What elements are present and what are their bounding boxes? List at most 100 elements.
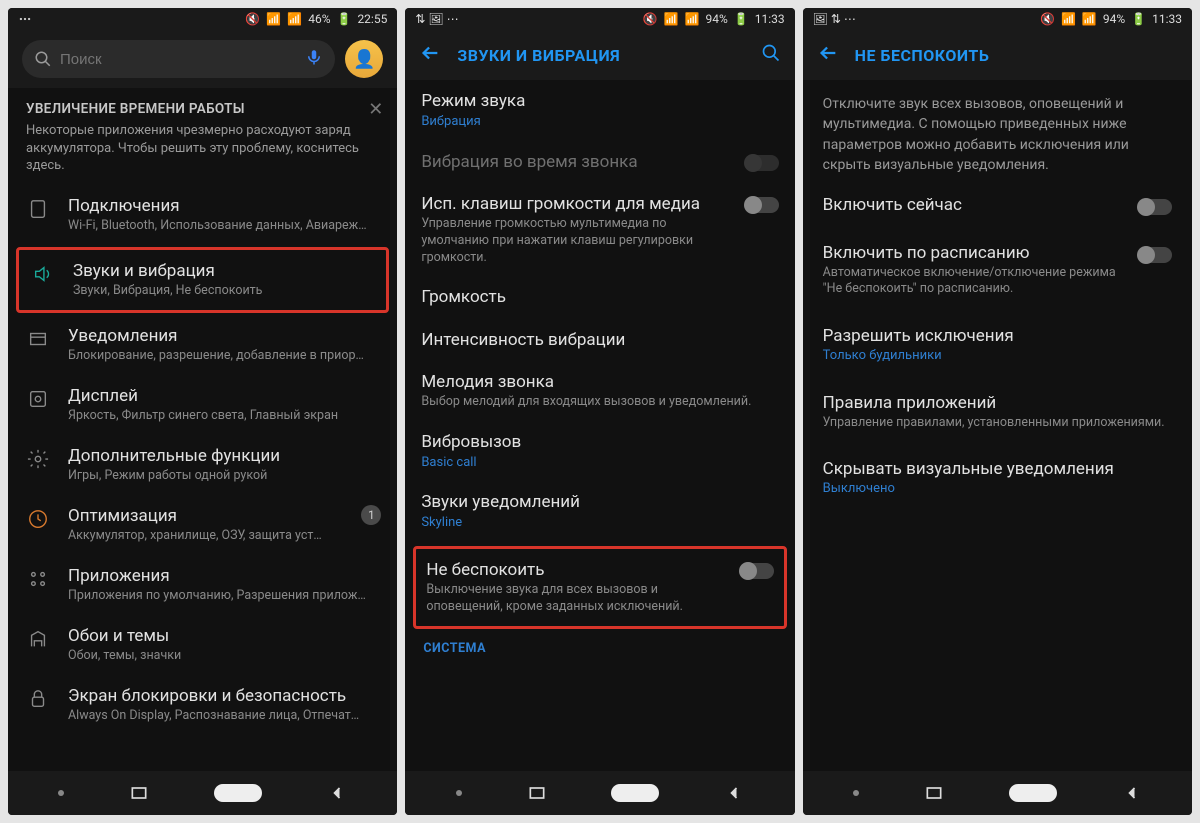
battery-tip[interactable]: УВЕЛИЧЕНИЕ ВРЕМЕНИ РАБОТЫ Некоторые прил… [8,88,397,185]
item-label: Дополнительные функции [68,445,381,467]
mute-icon: 🔇 [245,12,260,26]
item-notification-sounds[interactable]: Звуки уведомлений Skyline [405,481,794,542]
settings-item-themes[interactable]: Обои и темы Обои, темы, значки [8,615,397,675]
wifi-icon: 📶 [1061,12,1076,26]
toggle [745,155,779,171]
advanced-icon [24,445,52,470]
item-label: Включить сейчас [823,195,1124,215]
item-label: Разрешить исключения [823,326,1172,346]
page-title: НЕ БЕСПОКОИТЬ [855,46,1178,65]
item-label: Вибрация во время звонка [421,151,728,173]
settings-item-connections[interactable]: Подключения Wi-Fi, Bluetooth, Использова… [8,185,397,245]
mic-icon[interactable] [305,48,323,70]
search-icon[interactable] [761,43,781,67]
tip-body: Некоторые приложения чрезмерно расходуют… [26,122,379,175]
status-icons: ⇅ 🖼 ⋯ [415,12,458,26]
sounds-list: Режим звука Вибрация Вибрация во время з… [405,80,794,771]
mute-icon: 🔇 [643,12,658,26]
item-label: Уведомления [68,325,381,347]
apps-icon [24,565,52,590]
themes-icon [24,625,52,650]
item-enable-scheduled[interactable]: Включить по расписанию Автоматическое вк… [803,229,1192,312]
item-label: Не беспокоить [426,559,723,581]
settings-item-sounds[interactable]: Звуки и вибрация Звуки, Вибрация, Не бес… [16,247,389,313]
search-input[interactable] [60,51,297,68]
nav-bar [8,771,397,815]
wifi-icon: 📶 [664,12,679,26]
item-ringtone[interactable]: Мелодия звонка Выбор мелодий для входящи… [405,361,794,421]
signal-icon: 📶 [1082,12,1097,26]
item-vibration-pattern[interactable]: Вибровызов Basic call [405,421,794,482]
item-allow-exceptions[interactable]: Разрешить исключения Только будильники [803,312,1192,379]
back-button[interactable] [327,783,347,803]
section-system: СИСТЕМА [405,633,794,658]
home-button[interactable] [214,784,262,802]
item-label: Приложения [68,565,381,587]
back-button[interactable] [1122,783,1142,803]
close-icon[interactable]: ✕ [368,98,383,122]
search-box[interactable] [22,40,335,78]
recent-apps-button[interactable] [129,783,149,803]
item-label: Оптимизация [68,505,345,527]
settings-item-optimization[interactable]: Оптимизация Аккумулятор, хранилище, ОЗУ,… [8,495,397,555]
item-label: Подключения [68,195,381,217]
toggle[interactable] [745,197,779,213]
item-volume-keys-media[interactable]: Исп. клавиш громкости для медиа Управлен… [405,183,794,277]
action-bar: НЕ БЕСПОКОИТЬ [803,30,1192,80]
dnd-list: Отключите звук всех вызовов, оповещений … [803,80,1192,771]
settings-item-notifications[interactable]: Уведомления Блокирование, разрешение, до… [8,315,397,375]
clock: 11:33 [755,12,785,26]
status-icons: 🖼 ⇅ ⋯ [813,12,856,26]
item-sub: Приложения по умолчанию, Разрешения прил… [68,588,381,605]
item-value: Basic call [421,454,778,472]
item-sub: Яркость, Фильтр синего света, Главный эк… [68,408,381,425]
display-icon [24,385,52,410]
recent-apps-button[interactable] [924,783,944,803]
item-vibration-intensity[interactable]: Интенсивность вибрации [405,319,794,361]
back-icon[interactable] [419,42,441,68]
settings-item-lockscreen[interactable]: Экран блокировки и безопасность Always O… [8,675,397,735]
item-label: Включить по расписанию [823,243,1124,263]
item-volume[interactable]: Громкость [405,276,794,318]
status-bar: 🔇 📶 📶 46% 🔋 22:55 [8,8,397,30]
status-bar: 🖼 ⇅ ⋯ 🔇 📶 📶 94% 🔋 11:33 [803,8,1192,30]
toggle[interactable] [740,563,774,579]
back-button[interactable] [724,783,744,803]
item-sub: Always On Display, Распознавание лица, О… [68,708,381,725]
item-value: Вибрация [421,113,778,131]
item-label: Звуки и вибрация [73,260,378,282]
item-label: Экран блокировки и безопасность [68,685,381,707]
toggle[interactable] [1138,247,1172,263]
settings-item-advanced[interactable]: Дополнительные функции Игры, Режим работ… [8,435,397,495]
avatar[interactable]: 👤 [345,40,383,78]
signal-icon: 📶 [685,12,700,26]
back-icon[interactable] [817,42,839,68]
page-title: ЗВУКИ И ВИБРАЦИЯ [457,46,744,65]
nav-dot [58,790,64,796]
item-label: Исп. клавиш громкости для медиа [421,193,728,215]
battery-icon: 🔋 [1131,12,1146,26]
phone-sounds-vibration: ⇅ 🖼 ⋯ 🔇 📶 📶 94% 🔋 11:33 ЗВУКИ И ВИБРАЦИЯ… [405,8,794,815]
item-sub: Аккумулятор, хранилище, ОЗУ, защита уст… [68,528,345,545]
item-sub: Управление громкостью мультимедиа по умо… [421,216,728,267]
nav-dot [456,790,462,796]
toggle[interactable] [1138,199,1172,215]
nav-bar [405,771,794,815]
item-sound-mode[interactable]: Режим звука Вибрация [405,80,794,141]
home-button[interactable] [611,784,659,802]
sound-icon [29,260,57,285]
item-hide-visual[interactable]: Скрывать визуальные уведомления Выключен… [803,445,1192,512]
settings-item-display[interactable]: Дисплей Яркость, Фильтр синего света, Гл… [8,375,397,435]
home-button[interactable] [1009,784,1057,802]
item-app-rules[interactable]: Правила приложений Управление правилами,… [803,379,1192,445]
item-do-not-disturb[interactable]: Не беспокоить Выключение звука для всех … [413,546,786,629]
badge: 1 [361,505,381,525]
battery-icon: 🔋 [734,12,749,26]
item-value: Выключено [823,481,1172,498]
nav-dot [853,790,859,796]
settings-item-apps[interactable]: Приложения Приложения по умолчанию, Разр… [8,555,397,615]
item-enable-now[interactable]: Включить сейчас [803,181,1192,229]
lock-icon [24,685,52,710]
recent-apps-button[interactable] [527,783,547,803]
item-value: Skyline [421,514,778,532]
